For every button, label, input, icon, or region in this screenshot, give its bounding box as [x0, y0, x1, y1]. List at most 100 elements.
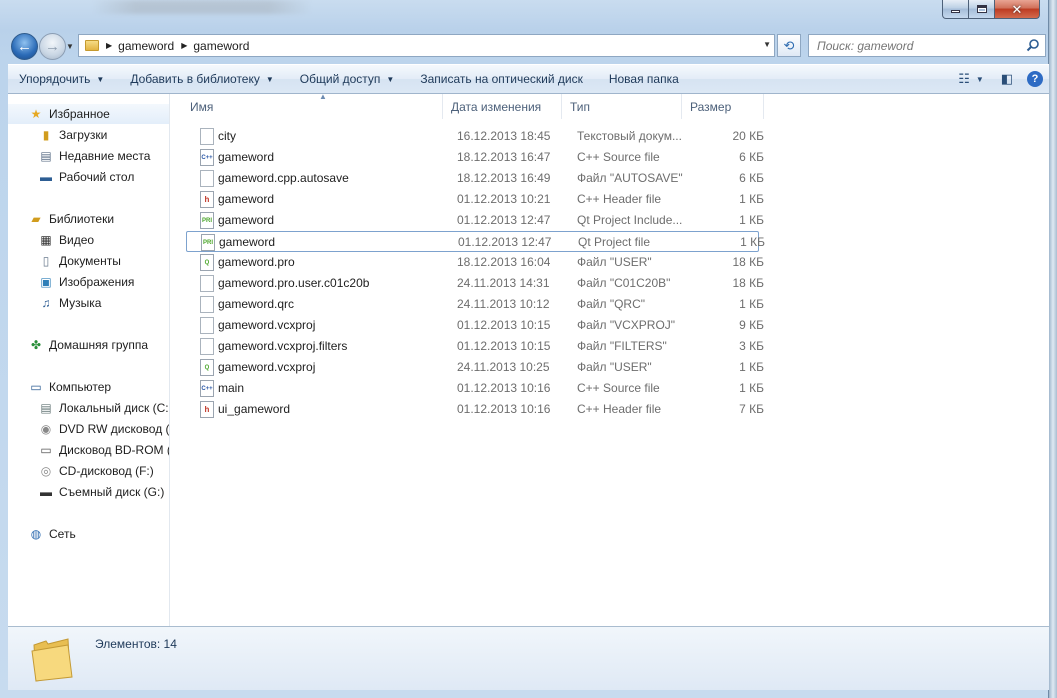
desktop-icon: ▬ — [40, 170, 52, 184]
file-type: C++ Source file — [577, 150, 660, 164]
file-size: 18 КБ — [732, 276, 764, 290]
burn-button[interactable]: Записать на оптический диск — [409, 68, 594, 90]
close-button[interactable]: ✕ — [995, 0, 1040, 19]
address-dropdown-icon[interactable]: ▼ — [763, 40, 771, 49]
file-size: 1 КБ — [739, 381, 764, 395]
file-name: gameword — [219, 235, 276, 249]
sidebar-item-cd[interactable]: ◎ CD-дисковод (F:) — [38, 461, 154, 481]
sidebar-label: Документы — [59, 254, 121, 268]
sidebar-item-homegroup[interactable]: ✤ Домашняя группа — [28, 335, 148, 355]
music-icon: ♫ — [41, 296, 51, 310]
column-header-size[interactable]: Размер — [682, 94, 764, 119]
sidebar-label: Видео — [59, 233, 95, 247]
minimize-button[interactable] — [942, 0, 969, 19]
content-area: ★ Избранное ▮ Загрузки ▤ Недавние места ▬ Ра… — [8, 92, 1049, 626]
file-row[interactable]: gameword.vcxproj.filters 01.12.2013 10:15… — [186, 336, 764, 357]
file-row[interactable]: gameword.vcxproj 01.12.2013 10:15 Файл "VC… — [186, 315, 764, 336]
sidebar-label: CD-дисковод (F:) — [59, 464, 154, 478]
sidebar-item-local-disk[interactable]: ▤ Локальный диск (C: — [38, 398, 168, 418]
breadcrumb-item[interactable]: gameword — [193, 39, 249, 53]
file-type: Файл "USER" — [577, 360, 652, 374]
sidebar-item-network[interactable]: ◍ Сеть — [28, 524, 76, 544]
sidebar-item-documents[interactable]: ▯ Документы — [38, 251, 121, 271]
chevron-down-icon: ▼ — [386, 74, 395, 84]
file-row[interactable]: gameword.pro.user.c01c20b 24.11.2013 14:3… — [186, 273, 764, 294]
caption-buttons: ✕ — [942, 0, 1040, 19]
file-name: gameword.cpp.autosave — [218, 171, 349, 185]
file-row[interactable]: PRI gameword 01.12.2013 12:47 Qt Project In… — [186, 210, 764, 231]
file-date: 01.12.2013 10:15 — [457, 318, 551, 332]
file-row[interactable]: C++ gameword 18.12.2013 16:47 C++ Source fi… — [186, 147, 764, 168]
forward-button[interactable]: → — [39, 33, 66, 60]
qt-project-icon: PRI — [201, 234, 215, 251]
recent-pages-dropdown[interactable]: ▼ — [66, 42, 74, 51]
chevron-right-icon[interactable]: ▶ — [181, 41, 187, 50]
new-folder-label: Новая папка — [608, 72, 679, 86]
file-row[interactable]: PRI gameword 01.12.2013 12:47 Qt Project fi… — [186, 231, 765, 252]
sort-ascending-icon: ▲ — [319, 92, 327, 101]
sidebar-item-removable[interactable]: ▬ Съемный диск (G:) — [38, 482, 164, 502]
sidebar-item-bd[interactable]: ▭ Дисковод BD-ROM ( — [38, 440, 169, 460]
sidebar-label: Загрузки — [59, 128, 108, 142]
sidebar-label: Сеть — [49, 527, 76, 541]
file-row[interactable]: city 16.12.2013 18:45 Текстовый докум... 20… — [186, 126, 764, 147]
sidebar-item-desktop[interactable]: ▬ Рабочий стол — [38, 167, 134, 187]
refresh-button[interactable]: ⟲ — [777, 34, 801, 57]
file-row[interactable]: C++ main 01.12.2013 10:16 C++ Source file 1 … — [186, 378, 764, 399]
minimize-icon — [951, 10, 960, 13]
column-header-type[interactable]: Тип — [562, 94, 682, 119]
file-date: 01.12.2013 10:16 — [457, 402, 551, 416]
organize-button[interactable]: Упорядочить ▼ — [8, 68, 115, 90]
sidebar-item-images[interactable]: ▣ Изображения — [38, 272, 134, 292]
address-bar[interactable]: ▶ gameword ▶ gameword ▼ — [78, 34, 775, 57]
maximize-button[interactable] — [969, 0, 995, 19]
refresh-icon: ⟲ — [783, 37, 795, 53]
header-file-icon: h — [200, 401, 214, 418]
file-row[interactable]: gameword.qrc 24.11.2013 10:12 Файл "QRC" 1 … — [186, 294, 764, 315]
file-date: 24.11.2013 10:25 — [457, 360, 550, 374]
file-row[interactable]: h ui_gameword 01.12.2013 10:16 C++ Header f… — [186, 399, 764, 420]
file-date: 18.12.2013 16:49 — [457, 171, 551, 185]
file-size: 6 КБ — [739, 171, 764, 185]
back-button[interactable]: ← — [11, 33, 38, 60]
new-folder-button[interactable]: Новая папка — [598, 68, 690, 90]
share-button[interactable]: Общий доступ ▼ — [289, 68, 406, 90]
breadcrumb-item[interactable]: gameword — [118, 39, 174, 53]
homegroup-icon: ✤ — [30, 338, 42, 352]
sidebar-item-music[interactable]: ♫ Музыка — [38, 293, 102, 313]
file-type: C++ Header file — [577, 192, 662, 206]
video-icon: ▦ — [40, 233, 52, 247]
file-name: gameword.vcxproj — [218, 360, 316, 374]
add-to-library-button[interactable]: Добавить в библиотеку ▼ — [119, 68, 284, 90]
help-button[interactable]: ? — [1021, 68, 1049, 90]
file-icon — [200, 296, 214, 313]
sidebar-item-downloads[interactable]: ▮ Загрузки — [38, 125, 108, 145]
file-row[interactable]: Qgameword.pro 18.12.2013 16:04 Файл "USER"… — [186, 252, 764, 273]
close-icon: ✕ — [1011, 1, 1023, 17]
search-icon[interactable] — [1026, 38, 1040, 52]
sidebar-item-computer[interactable]: ▭ Компьютер — [28, 377, 111, 397]
search-input[interactable] — [817, 38, 1017, 53]
file-size: 1 КБ — [740, 235, 765, 249]
search-box[interactable] — [808, 34, 1046, 57]
view-options-button[interactable]: ☷ ▼ — [949, 68, 993, 90]
sidebar-item-video[interactable]: ▦ Видео — [38, 230, 94, 250]
file-type: C++ Header file — [577, 402, 662, 416]
preview-pane-button[interactable]: ◧ — [993, 68, 1021, 90]
sidebar-item-favorites[interactable]: ★ Избранное — [8, 104, 169, 124]
window-edge — [1049, 0, 1057, 698]
file-date: 18.12.2013 16:47 — [457, 150, 551, 164]
file-type: C++ Source file — [577, 381, 660, 395]
file-date: 24.11.2013 14:31 — [457, 276, 550, 290]
file-row[interactable]: gameword.cpp.autosave 18.12.2013 16:49 Фай… — [186, 168, 764, 189]
chevron-right-icon[interactable]: ▶ — [106, 41, 112, 50]
file-icon — [200, 338, 214, 355]
file-size: 1 КБ — [739, 297, 764, 311]
column-header-date[interactable]: Дата изменения — [443, 94, 562, 119]
file-row[interactable]: Qgameword.vcxproj 24.11.2013 10:25 Файл "U… — [186, 357, 764, 378]
column-header-name[interactable]: Имя ▲ — [182, 92, 443, 119]
sidebar-item-libraries[interactable]: ▰ Библиотеки — [28, 209, 114, 229]
sidebar-item-dvd[interactable]: ◉ DVD RW дисковод ( — [38, 419, 169, 439]
sidebar-item-recent[interactable]: ▤ Недавние места — [38, 146, 150, 166]
file-row[interactable]: h gameword 01.12.2013 10:21 C++ Header file… — [186, 189, 764, 210]
